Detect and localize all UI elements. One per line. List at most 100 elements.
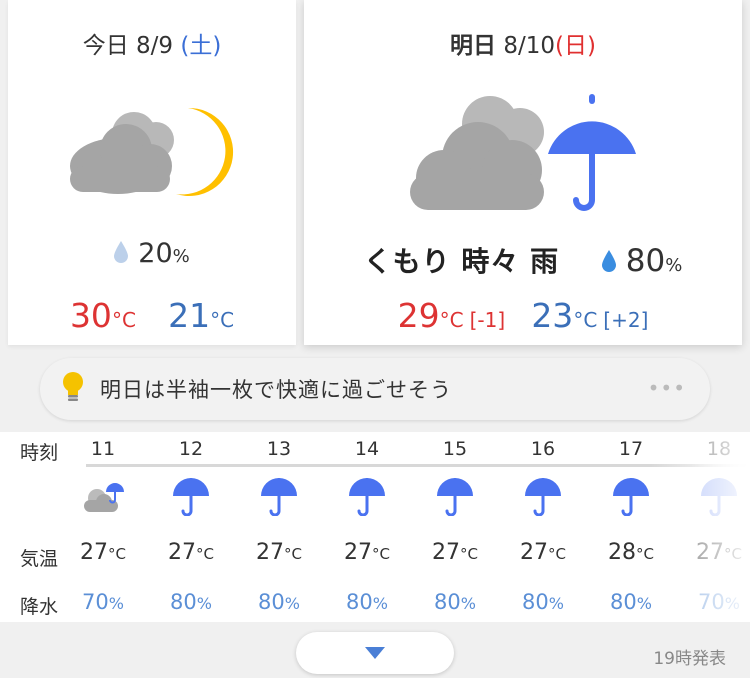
hour-precip: 80% bbox=[156, 590, 226, 614]
hour-precip-unit: % bbox=[196, 594, 212, 613]
hour-label: 12 bbox=[178, 438, 204, 460]
hour-temp: 27°C bbox=[684, 540, 750, 565]
today-date-value: 8/9 bbox=[136, 33, 174, 59]
raindrop-icon bbox=[601, 248, 616, 279]
tomorrow-forecast-card[interactable]: 明日 8/10(日) くもり 時々 雨 80% 29°C [-1] 23°C [+2… bbox=[304, 0, 742, 345]
hour-precip-unit: % bbox=[548, 594, 564, 613]
tomorrow-date-value: 8/10 bbox=[503, 33, 555, 59]
hour-precip-value: 80 bbox=[258, 590, 285, 614]
tomorrow-high: 29 bbox=[397, 296, 440, 335]
more-options-icon[interactable]: ••• bbox=[648, 376, 686, 400]
tomorrow-weather-description: くもり 時々 雨 bbox=[363, 245, 560, 278]
hour-temp-value: 28 bbox=[608, 540, 636, 565]
umbrella-icon bbox=[684, 478, 750, 520]
hour-precip: 80% bbox=[244, 590, 314, 614]
tomorrow-label: 明日 bbox=[450, 33, 497, 59]
pct-unit: % bbox=[172, 246, 190, 267]
hour-precip-unit: % bbox=[636, 594, 652, 613]
hour-precip: 70% bbox=[684, 590, 750, 614]
expand-hourly-button[interactable] bbox=[296, 632, 454, 674]
hour-temp: 28°C bbox=[596, 540, 666, 565]
hour-label: 11 bbox=[90, 438, 116, 460]
weather-comment-bar[interactable]: 明日は半袖一枚で快適に過ごせそう ••• bbox=[40, 358, 710, 420]
umbrella-icon bbox=[244, 478, 314, 520]
today-precip: 20% bbox=[8, 238, 296, 270]
raindrop-icon bbox=[114, 239, 129, 270]
tomorrow-desc-precip: くもり 時々 雨 80% bbox=[304, 240, 742, 280]
hour-precip-value: 80 bbox=[170, 590, 197, 614]
today-label: 今日 bbox=[82, 33, 129, 59]
tomorrow-low: 23 bbox=[531, 296, 574, 335]
tomorrow-temps: 29°C [-1] 23°C [+2] bbox=[304, 296, 742, 335]
hour-temp-value: 27 bbox=[256, 540, 284, 565]
hour-temp-unit: °C bbox=[372, 545, 390, 563]
tomorrow-high-unit: °C bbox=[439, 308, 464, 332]
hour-precip-value: 80 bbox=[610, 590, 637, 614]
hour-precip-unit: % bbox=[284, 594, 300, 613]
hour-temp: 27°C bbox=[420, 540, 490, 565]
today-low: 21 bbox=[168, 296, 211, 335]
hour-precip-unit: % bbox=[724, 594, 740, 613]
cloudy-rain-icon bbox=[408, 90, 638, 218]
comment-text: 明日は半袖一枚で快適に過ごせそう bbox=[100, 378, 452, 402]
hour-temp: 27°C bbox=[508, 540, 578, 565]
cloudy-night-icon bbox=[70, 104, 240, 200]
temp-row-label: 気温 bbox=[20, 548, 59, 570]
hour-temp: 27°C bbox=[332, 540, 402, 565]
umbrella-icon bbox=[420, 478, 490, 520]
hour-precip-value: 80 bbox=[346, 590, 373, 614]
hour-temp: 27°C bbox=[244, 540, 314, 565]
tomorrow-day-of-week: (日) bbox=[555, 33, 596, 59]
hour-temp-value: 27 bbox=[432, 540, 460, 565]
hour-temp-unit: °C bbox=[196, 545, 214, 563]
hour-label: 13 bbox=[266, 438, 292, 460]
hour-temp-value: 27 bbox=[696, 540, 724, 565]
hour-temp: 27°C bbox=[156, 540, 226, 565]
time-row-label: 時刻 bbox=[20, 442, 59, 464]
hour-temp: 27°C bbox=[68, 540, 138, 565]
tomorrow-low-diff: [+2] bbox=[603, 308, 649, 332]
tomorrow-precip-value: 80 bbox=[625, 243, 666, 279]
umbrella-icon bbox=[332, 478, 402, 520]
hour-temp-unit: °C bbox=[460, 545, 478, 563]
hour-temp-unit: °C bbox=[548, 545, 566, 563]
lightbulb-icon bbox=[62, 371, 84, 407]
hour-temp-unit: °C bbox=[636, 545, 654, 563]
hour-precip-unit: % bbox=[460, 594, 476, 613]
hour-precip-value: 70 bbox=[82, 590, 109, 614]
hourly-forecast[interactable]: 時刻 気温 降水 11 27°C 70% 12 27°C 80% 13 27°C 80% 14 27… bbox=[0, 432, 750, 622]
hour-temp-value: 27 bbox=[520, 540, 548, 565]
hour-label: 17 bbox=[618, 438, 644, 460]
hour-temp-value: 27 bbox=[168, 540, 196, 565]
precip-row-label: 降水 bbox=[20, 596, 59, 618]
hour-precip: 80% bbox=[332, 590, 402, 614]
hour-temp-value: 27 bbox=[80, 540, 108, 565]
tomorrow-high-diff: [-1] bbox=[469, 308, 506, 332]
umbrella-icon bbox=[508, 478, 578, 520]
hour-temp-value: 27 bbox=[344, 540, 372, 565]
tomorrow-low-unit: °C bbox=[573, 308, 598, 332]
today-date: 今日 8/9 (土) bbox=[8, 26, 296, 60]
today-precip-value: 20 bbox=[138, 238, 173, 269]
hour-precip: 70% bbox=[68, 590, 138, 614]
issued-time: 19時発表 bbox=[653, 649, 726, 669]
hour-precip: 80% bbox=[420, 590, 490, 614]
umbrella-icon bbox=[596, 478, 666, 520]
hour-label: 15 bbox=[442, 438, 468, 460]
hour-label: 16 bbox=[530, 438, 556, 460]
hour-precip-value: 80 bbox=[434, 590, 461, 614]
hour-temp-unit: °C bbox=[724, 545, 742, 563]
hour-precip-value: 80 bbox=[522, 590, 549, 614]
today-high-unit: °C bbox=[111, 308, 136, 332]
pct-unit: % bbox=[665, 255, 683, 276]
tomorrow-date: 明日 8/10(日) bbox=[304, 26, 742, 60]
cloud-umbrella-icon bbox=[68, 478, 138, 520]
chevron-down-icon bbox=[365, 644, 385, 663]
today-low-unit: °C bbox=[210, 308, 235, 332]
hour-label: 14 bbox=[354, 438, 380, 460]
today-forecast-card[interactable]: 今日 8/9 (土) 20% 30°C 21°C bbox=[8, 0, 296, 345]
hour-label: 18 bbox=[706, 438, 732, 460]
hour-precip-unit: % bbox=[372, 594, 388, 613]
umbrella-icon bbox=[156, 478, 226, 520]
hour-precip-value: 70 bbox=[698, 590, 725, 614]
